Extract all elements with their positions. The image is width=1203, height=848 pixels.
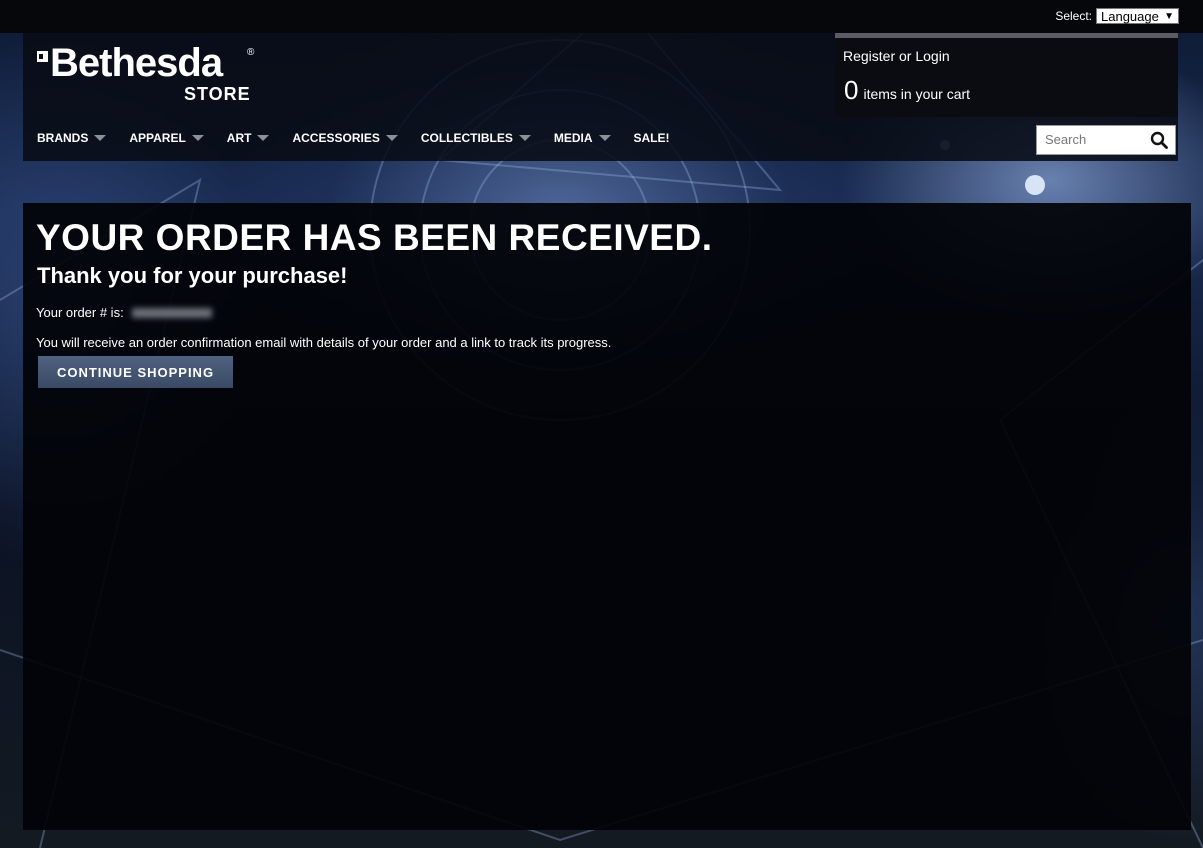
account-panel: Register or Login 0 items in your cart xyxy=(835,33,1178,117)
order-number-label: Your order # is: xyxy=(36,305,124,320)
cart-label: items in your cart xyxy=(863,86,971,102)
nav-label: ART xyxy=(226,131,252,145)
language-picker: Select: Language ▼ xyxy=(1055,8,1179,24)
nav-item-accessories[interactable]: ACCESSORIES xyxy=(292,131,398,145)
language-label: Select: xyxy=(1055,9,1092,23)
logo-mark-icon xyxy=(37,51,48,62)
search-input[interactable] xyxy=(1043,131,1147,148)
order-confirmation-panel: YOUR ORDER HAS BEEN RECEIVED. Thank you … xyxy=(23,203,1191,830)
nav-label: ACCESSORIES xyxy=(292,131,380,145)
page-title: YOUR ORDER HAS BEEN RECEIVED. xyxy=(36,217,713,258)
cart-link[interactable]: 0 items in your cart xyxy=(844,75,970,106)
order-number-redacted xyxy=(131,307,212,318)
dropdown-arrow-icon: ▼ xyxy=(1164,11,1174,22)
nav-item-brands[interactable]: BRANDS xyxy=(37,131,107,145)
caret-down-icon xyxy=(598,135,611,141)
caret-down-icon xyxy=(257,135,270,141)
order-number-line: Your order # is: xyxy=(36,305,212,320)
nav-item-art[interactable]: ART xyxy=(227,131,270,145)
logo-registered: ® xyxy=(247,47,255,58)
caret-down-icon xyxy=(191,135,204,141)
language-select[interactable]: Language ▼ xyxy=(1096,8,1179,24)
caret-down-icon xyxy=(518,135,531,141)
nav-label: APPAREL xyxy=(129,131,186,145)
nav-item-sale[interactable]: SALE! xyxy=(634,131,670,145)
nav-label: MEDIA xyxy=(553,131,593,145)
caret-down-icon xyxy=(94,135,107,141)
nav-item-apparel[interactable]: APPAREL xyxy=(129,131,204,145)
site-header: Bethesda ® STORE Register or Login 0 ite… xyxy=(23,33,1178,161)
logo-name: Bethesda xyxy=(50,41,223,85)
nav-item-media[interactable]: MEDIA xyxy=(554,131,611,145)
search-box xyxy=(1036,125,1176,155)
bethesda-store-logo[interactable]: Bethesda ® STORE xyxy=(37,41,267,107)
caret-down-icon xyxy=(385,135,398,141)
nav-label: BRANDS xyxy=(37,131,89,145)
thank-you-subtitle: Thank you for your purchase! xyxy=(37,263,348,288)
language-value: Language xyxy=(1101,9,1159,24)
nav-item-collectibles[interactable]: COLLECTIBLES xyxy=(421,131,531,145)
register-login-link[interactable]: Register or Login xyxy=(843,48,950,64)
top-bar: Select: Language ▼ xyxy=(0,0,1203,33)
cart-count: 0 xyxy=(844,75,859,105)
nav-label: SALE! xyxy=(633,131,670,145)
logo-store: STORE xyxy=(184,84,251,104)
nav-label: COLLECTIBLES xyxy=(420,131,513,145)
confirmation-email-message: You will receive an order confirmation e… xyxy=(36,335,612,350)
search-icon[interactable] xyxy=(1150,131,1168,149)
main-nav: BRANDS APPAREL ART ACCESSORIES COLLECTIB… xyxy=(37,131,693,145)
continue-shopping-button[interactable]: CONTINUE SHOPPING xyxy=(38,356,233,388)
